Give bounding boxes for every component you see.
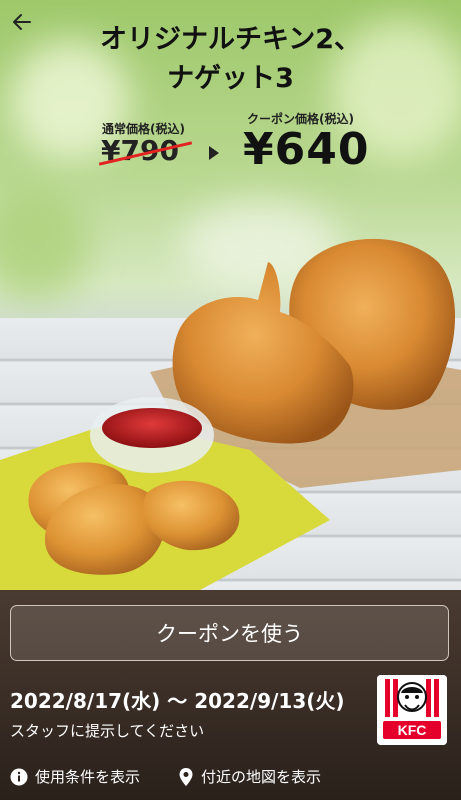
map-pin-icon xyxy=(179,767,193,786)
triangle-right-icon xyxy=(209,146,219,160)
map-link[interactable]: 付近の地図を表示 xyxy=(178,766,321,787)
coupon-price: ¥640 xyxy=(243,124,370,175)
footer-links: 使用条件を表示 付近の地図を表示 xyxy=(10,766,451,788)
kfc-logo-text: KFC xyxy=(398,722,427,738)
terms-link-label: 使用条件を表示 xyxy=(35,768,141,786)
staff-notice: スタッフに提示してください xyxy=(10,722,205,740)
validity-period: 2022/8/17(水) 〜 2022/9/13(火) xyxy=(10,689,345,713)
use-coupon-button[interactable]: クーポンを使う xyxy=(10,605,449,661)
map-link-label: 付近の地図を表示 xyxy=(201,768,322,786)
colonel-logo-icon: KFC xyxy=(377,675,447,745)
coupon-hero-image: オリジナルチキン2、 ナゲット3 通常価格(税込) クーポン価格(税込) ¥79… xyxy=(0,0,461,590)
product-title: オリジナルチキン2、 ナゲット3 xyxy=(0,20,461,98)
kfc-logo: KFC xyxy=(377,675,447,745)
use-coupon-label: クーポンを使う xyxy=(156,622,303,646)
product-title-line: ナゲット3 xyxy=(167,63,294,94)
product-title-line: オリジナルチキン2、 xyxy=(100,24,361,55)
info-icon xyxy=(10,768,28,785)
terms-link[interactable]: 使用条件を表示 xyxy=(10,766,140,787)
ketchup xyxy=(102,408,202,448)
coupon-panel: クーポンを使う 2022/8/17(水) 〜 2022/9/13(火) スタッフ… xyxy=(0,590,461,800)
